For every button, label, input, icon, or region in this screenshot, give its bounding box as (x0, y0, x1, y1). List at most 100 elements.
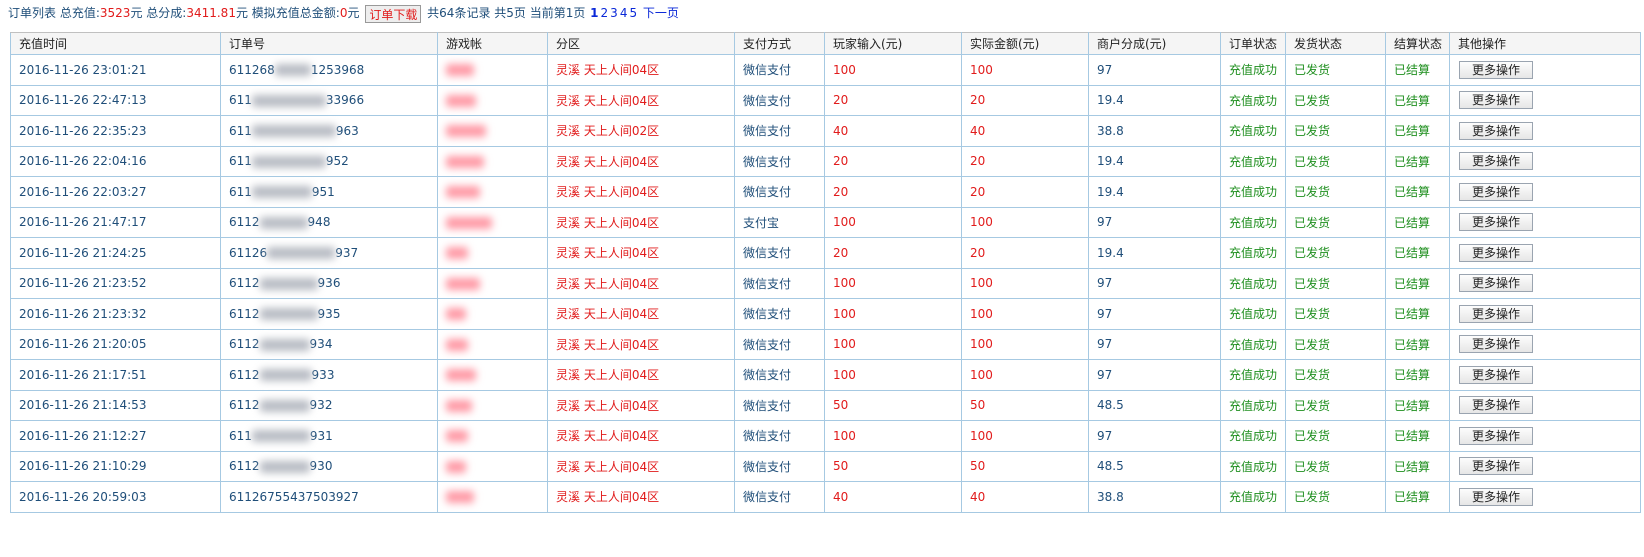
game-account-cell (437, 237, 548, 269)
more-actions-button[interactable]: 更多操作 (1459, 121, 1533, 140)
order-no-cell: 6112 933 (220, 359, 438, 391)
settle-status-cell: 已结算 (1385, 481, 1450, 513)
table-row: 2016-11-26 22:04:16 611 952 灵溪 天上人间04区 微信支付 2… (10, 145, 1641, 177)
redacted-blur (446, 430, 468, 443)
settle-status-cell: 已结算 (1385, 237, 1450, 269)
actual-amount-cell: 20 (961, 176, 1089, 208)
order-no-cell: 611 952 (220, 145, 438, 177)
page-link-2[interactable]: 2 (601, 6, 609, 20)
game-account-cell (437, 389, 548, 421)
player-input-cell: 100 (824, 54, 962, 86)
more-actions-button[interactable]: 更多操作 (1459, 91, 1533, 110)
settle-status-cell: 已结算 (1385, 115, 1450, 147)
order-status-cell: 充值成功 (1220, 237, 1286, 269)
more-actions-button[interactable]: 更多操作 (1459, 243, 1533, 262)
more-actions-button[interactable]: 更多操作 (1459, 182, 1533, 201)
payment-method-cell: 支付宝 (734, 206, 825, 238)
col-header-order-status: 订单状态 (1220, 32, 1286, 55)
payment-method-cell: 微信支付 (734, 145, 825, 177)
player-input-cell: 20 (824, 145, 962, 177)
table-header-row: 充值时间 订单号 游戏帐 分区 支付方式 玩家输入(元) 实际金额(元) 商户分… (10, 32, 1641, 55)
recharge-time-cell: 2016-11-26 22:03:27 (10, 176, 221, 208)
more-actions-button[interactable]: 更多操作 (1459, 335, 1533, 354)
order-status-cell: 充值成功 (1220, 115, 1286, 147)
next-page-link[interactable]: 下一页 (643, 6, 679, 20)
order-no-cell: 61126755437503927 (220, 481, 438, 513)
ship-status-cell: 已发货 (1285, 84, 1386, 116)
settle-status-cell: 已结算 (1385, 450, 1450, 482)
redacted-blur (446, 308, 466, 321)
total-recharge-label: 总充值: (59, 6, 100, 20)
order-download-button[interactable]: 订单下载 (365, 4, 422, 23)
redacted-blur (259, 399, 310, 412)
settle-status-cell: 已结算 (1385, 54, 1450, 86)
currency-unit: 元 (235, 6, 248, 20)
more-actions-button[interactable]: 更多操作 (1459, 304, 1533, 323)
more-actions-button[interactable]: 更多操作 (1459, 487, 1533, 506)
redacted-blur (446, 216, 492, 229)
table-row: 2016-11-26 21:23:52 6112 936 灵溪 天上人间04区 微信支付… (10, 267, 1641, 299)
order-no-prefix: 611 (229, 93, 252, 108)
order-no-suffix: 930 (309, 459, 333, 474)
actual-amount-cell: 100 (961, 420, 1089, 452)
page-link-1[interactable]: 1 (590, 6, 598, 20)
redacted-blur (446, 491, 474, 504)
ship-status-cell: 已发货 (1285, 145, 1386, 177)
zone-cell: 灵溪 天上人间04区 (547, 450, 735, 482)
more-actions-button[interactable]: 更多操作 (1459, 152, 1533, 171)
redacted-blur (259, 308, 318, 321)
redacted-blur (259, 369, 312, 382)
table-row: 2016-11-26 21:14:53 6112 932 灵溪 天上人间04区 微信支付… (10, 389, 1641, 421)
table-row: 2016-11-26 22:47:13 611 33966 灵溪 天上人间04区 微信支… (10, 84, 1641, 116)
player-input-cell: 20 (824, 237, 962, 269)
player-input-cell: 100 (824, 267, 962, 299)
zone-cell: 灵溪 天上人间02区 (547, 115, 735, 147)
order-no-prefix: 6112675543750 (229, 489, 329, 504)
more-actions-button[interactable]: 更多操作 (1459, 274, 1533, 293)
zone-cell: 灵溪 天上人间04区 (547, 176, 735, 208)
currency-unit: 元 (347, 6, 360, 20)
redacted-blur (446, 277, 480, 290)
order-no-prefix: 6112 (229, 367, 260, 382)
order-no-prefix: 6112 (229, 398, 260, 413)
page-link-4[interactable]: 4 (620, 6, 628, 20)
order-no-suffix: 952 (325, 154, 349, 169)
table-row: 2016-11-26 20:59:03 61126755437503927 灵溪 天… (10, 481, 1641, 513)
zone-cell: 灵溪 天上人间04区 (547, 359, 735, 391)
order-no-cell: 6112 932 (220, 389, 438, 421)
more-actions-button[interactable]: 更多操作 (1459, 60, 1533, 79)
settle-status-cell: 已结算 (1385, 206, 1450, 238)
table-row: 2016-11-26 23:01:21 611268 1253968 灵溪 天上人间0… (10, 54, 1641, 86)
more-actions-button[interactable]: 更多操作 (1459, 396, 1533, 415)
redacted-blur (259, 460, 310, 473)
more-actions-button[interactable]: 更多操作 (1459, 457, 1533, 476)
more-actions-button[interactable]: 更多操作 (1459, 213, 1533, 232)
zone-cell: 灵溪 天上人间04区 (547, 481, 735, 513)
recharge-time-cell: 2016-11-26 21:24:25 (10, 237, 221, 269)
other-actions-cell: 更多操作 (1449, 267, 1641, 299)
page-link-5[interactable]: 5 (629, 6, 637, 20)
actual-amount-cell: 20 (961, 84, 1089, 116)
payment-method-cell: 微信支付 (734, 237, 825, 269)
more-actions-button[interactable]: 更多操作 (1459, 426, 1533, 445)
player-input-cell: 40 (824, 481, 962, 513)
recharge-time-cell: 2016-11-26 21:20:05 (10, 328, 221, 360)
actual-amount-cell: 100 (961, 54, 1089, 86)
table-row: 2016-11-26 21:24:25 61126 937 灵溪 天上人间04区 微信支… (10, 237, 1641, 269)
game-account-cell (437, 481, 548, 513)
ship-status-cell: 已发货 (1285, 389, 1386, 421)
merchant-share-cell: 48.5 (1088, 450, 1221, 482)
order-no-suffix: 951 (311, 184, 335, 199)
table-row: 2016-11-26 21:47:17 6112 948 灵溪 天上人间04区 支付宝 1… (10, 206, 1641, 238)
player-input-cell: 50 (824, 389, 962, 421)
order-no-prefix: 6112 (229, 215, 260, 230)
more-actions-button[interactable]: 更多操作 (1459, 365, 1533, 384)
redacted-blur (259, 216, 308, 229)
order-list-label: 订单列表 (8, 6, 57, 20)
redacted-blur (446, 125, 486, 138)
page-link-3[interactable]: 3 (610, 6, 618, 20)
other-actions-cell: 更多操作 (1449, 481, 1641, 513)
redacted-blur (267, 247, 336, 260)
order-status-cell: 充值成功 (1220, 176, 1286, 208)
actual-amount-cell: 40 (961, 481, 1089, 513)
